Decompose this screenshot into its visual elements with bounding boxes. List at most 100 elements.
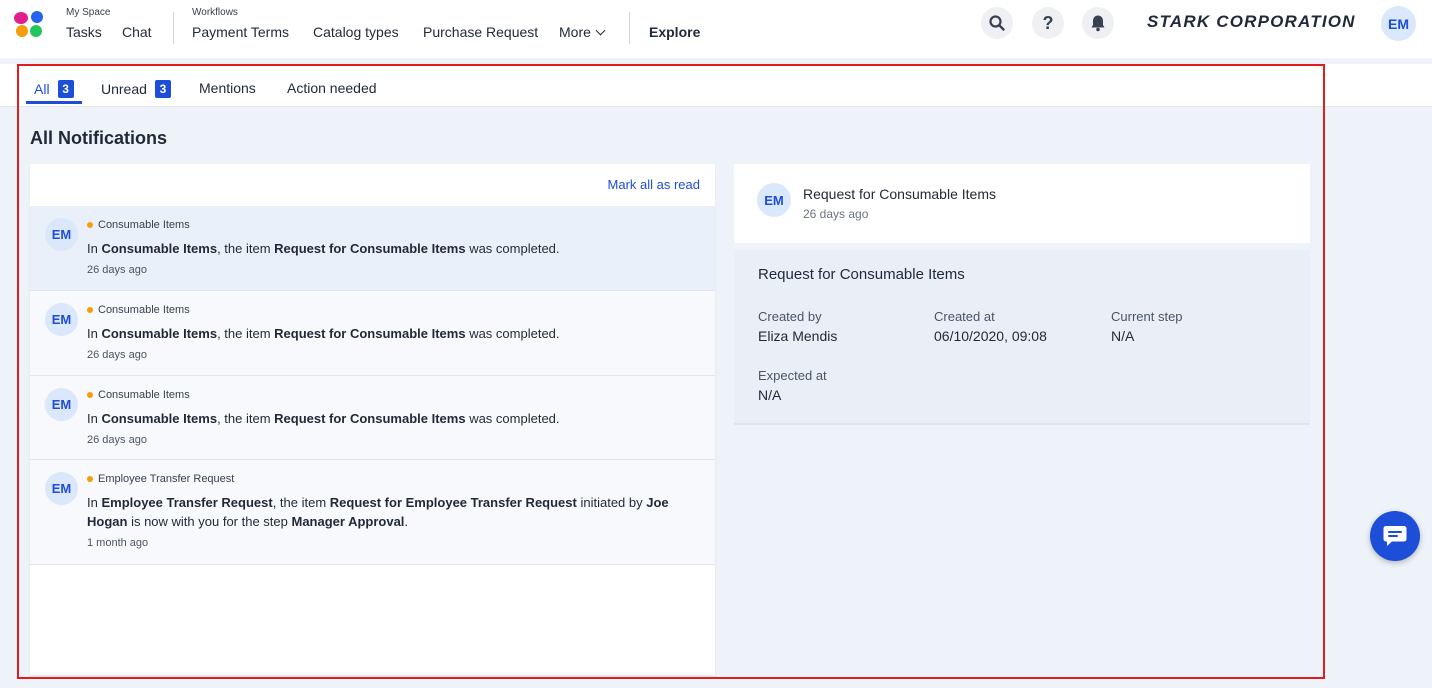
nav-purchase-request[interactable]: Purchase Request (423, 24, 538, 40)
message-bold: Employee Transfer Request (101, 495, 273, 510)
notification-item[interactable]: EM Consumable Items In Consumable Items,… (30, 291, 715, 376)
chat-bubble-icon (1383, 526, 1407, 546)
tab-action-needed-label: Action needed (287, 80, 377, 96)
mark-all-read-link[interactable]: Mark all as read (608, 177, 700, 192)
brand-logo-text: STARK CORPORATION (1147, 12, 1356, 31)
message-bold: Consumable Items (101, 241, 218, 256)
message-text: . (404, 514, 409, 529)
unread-dot-icon (87, 476, 93, 482)
current-step-value: N/A (1111, 328, 1135, 344)
notification-message: In Consumable Items, the item Request fo… (87, 409, 687, 428)
tab-unread-label: Unread (101, 81, 147, 97)
category-label: Consumable Items (98, 389, 190, 401)
nav-payment-terms[interactable]: Payment Terms (192, 24, 289, 40)
detail-title[interactable]: Request for Consumable Items (803, 186, 996, 202)
message-bold: Manager Approval (291, 514, 405, 529)
notification-detail-header: EM Request for Consumable Items 26 days … (734, 164, 1310, 243)
nav-catalog-types[interactable]: Catalog types (313, 24, 399, 40)
tab-all[interactable]: All 3 (34, 80, 74, 98)
message-text: was completed. (465, 241, 560, 256)
notification-time: 26 days ago (87, 264, 147, 276)
notification-message: In Employee Transfer Request, the item R… (87, 493, 687, 531)
tab-unread-count-badge: 3 (154, 80, 171, 98)
message-text: In (87, 326, 102, 341)
message-bold: Request for Consumable Items (274, 326, 466, 341)
created-at-value: 06/10/2020, 09:08 (934, 328, 1047, 344)
message-text: , the item (217, 326, 275, 341)
search-icon (989, 15, 1005, 31)
nav-more-label: More (559, 24, 591, 40)
message-bold: Request for Consumable Items (274, 241, 466, 256)
notifications-button[interactable] (1082, 7, 1114, 39)
detail-body-title: Request for Consumable Items (758, 266, 965, 283)
search-button[interactable] (981, 7, 1013, 39)
created-by-value: Eliza Mendis (758, 328, 838, 344)
message-text: initiated by (576, 495, 647, 510)
tab-action-needed[interactable]: Action needed (287, 80, 377, 96)
current-step-label: Current step (1111, 309, 1183, 324)
notification-category: Consumable Items (87, 304, 190, 316)
chevron-down-icon (595, 25, 606, 36)
message-bold: Consumable Items (101, 411, 218, 426)
unread-dot-icon (87, 222, 93, 228)
tab-unread[interactable]: Unread 3 (101, 80, 171, 98)
avatar: EM (757, 183, 791, 217)
notification-item[interactable]: EM Consumable Items In Consumable Items,… (30, 376, 715, 460)
notification-category: Consumable Items (87, 389, 190, 401)
notification-item[interactable]: EM Employee Transfer Request In Employee… (30, 460, 715, 565)
nav-divider (629, 12, 630, 44)
user-avatar[interactable]: EM (1381, 6, 1416, 41)
message-bold: Consumable Items (101, 326, 218, 341)
message-text: was completed. (465, 411, 560, 426)
nav-tasks[interactable]: Tasks (66, 24, 102, 40)
page-title: All Notifications (30, 128, 168, 148)
notification-item[interactable]: EM Consumable Items In Consumable Items,… (30, 206, 715, 291)
avatar: EM (45, 218, 78, 251)
notification-list: Mark all as read EM Consumable Items In … (30, 164, 715, 675)
message-text: is now with you for the step (127, 514, 292, 529)
expected-at-value: N/A (758, 387, 782, 403)
notification-time: 26 days ago (87, 434, 147, 446)
notification-message: In Consumable Items, the item Request fo… (87, 324, 687, 343)
unread-dot-icon (87, 307, 93, 313)
tab-mentions[interactable]: Mentions (199, 80, 256, 96)
bell-icon (1091, 15, 1105, 32)
created-by-label: Created by (758, 309, 822, 324)
message-text: was completed. (465, 326, 560, 341)
detail-time: 26 days ago (803, 207, 869, 221)
help-icon: ? (1042, 12, 1054, 33)
workflows-group-label: Workflows (192, 7, 238, 18)
unread-dot-icon (87, 392, 93, 398)
notification-category: Employee Transfer Request (87, 473, 234, 485)
category-label: Employee Transfer Request (98, 473, 235, 485)
category-label: Consumable Items (98, 219, 190, 231)
notification-time: 1 month ago (87, 537, 149, 549)
message-text: , the item (272, 495, 330, 510)
tab-mentions-label: Mentions (199, 80, 256, 96)
top-navigation: My Space Tasks Chat Workflows Payment Te… (0, 0, 1432, 58)
message-text: , the item (217, 241, 275, 256)
notification-time: 26 days ago (87, 349, 147, 361)
nav-more[interactable]: More (559, 24, 606, 40)
message-text: , the item (217, 411, 275, 426)
myspace-group-label: My Space (66, 7, 111, 18)
message-text: In (87, 241, 102, 256)
tab-all-count-badge: 3 (57, 80, 74, 98)
created-at-label: Created at (934, 309, 995, 324)
notification-category: Consumable Items (87, 219, 190, 231)
help-button[interactable]: ? (1032, 7, 1064, 39)
chat-support-button[interactable] (1370, 511, 1420, 561)
avatar: EM (45, 472, 78, 505)
avatar: EM (45, 303, 78, 336)
message-text: In (87, 411, 102, 426)
message-text: In (87, 495, 102, 510)
nav-explore[interactable]: Explore (649, 24, 700, 40)
active-tab-indicator (26, 101, 82, 104)
nav-divider (173, 12, 174, 44)
expected-at-label: Expected at (758, 368, 827, 383)
message-bold: Request for Consumable Items (274, 411, 466, 426)
nav-chat[interactable]: Chat (122, 24, 152, 40)
app-logo-icon[interactable] (12, 8, 48, 40)
notification-message: In Consumable Items, the item Request fo… (87, 239, 687, 258)
category-label: Consumable Items (98, 304, 190, 316)
